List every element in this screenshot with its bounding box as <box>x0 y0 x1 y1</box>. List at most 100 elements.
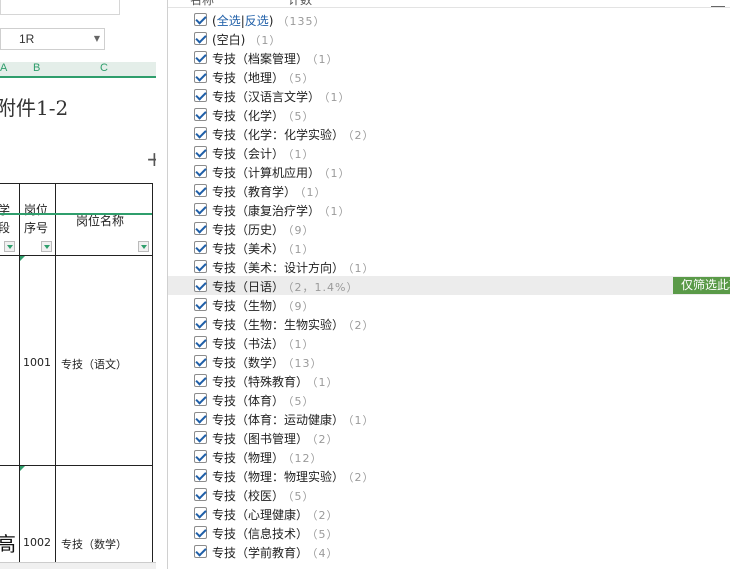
checkbox-icon[interactable] <box>194 89 207 102</box>
filter-item[interactable]: 专技（书法） （1） <box>168 333 730 352</box>
plus-icon[interactable]: + <box>146 147 156 171</box>
select-all-link[interactable]: 全选 <box>217 14 241 28</box>
checkbox-icon[interactable] <box>194 146 207 159</box>
filter-item[interactable]: 专技（特殊教育） （1） <box>168 371 730 390</box>
checkbox-icon[interactable] <box>194 412 207 425</box>
checkbox-icon[interactable] <box>194 317 207 330</box>
filter-item[interactable]: 专技（康复治疗学） （1） <box>168 200 730 219</box>
filter-item[interactable]: (空白) （1） <box>168 29 730 48</box>
filter-item-count: （4） <box>312 547 339 560</box>
tab-name[interactable]: 名称 <box>190 0 214 7</box>
filter-item-text: 专技（数学） <box>212 356 285 370</box>
filter-item[interactable]: 专技（历史） （9） <box>168 219 730 238</box>
filter-item-count: （12） <box>288 452 323 465</box>
filter-item[interactable]: 专技（校医） （5） <box>168 485 730 504</box>
filter-item-count: （2） <box>348 129 375 142</box>
filter-item-label: (空白) （1） <box>212 31 281 48</box>
filter-button-col-a[interactable] <box>4 241 15 252</box>
row1-name[interactable]: 专技（语文） <box>61 356 127 372</box>
filter-item[interactable]: 专技（会计） （1） <box>168 143 730 162</box>
only-filter-button[interactable]: 仅筛选此项 <box>673 277 730 294</box>
sheet-tab-active[interactable] <box>78 563 138 569</box>
column-letter-b[interactable]: B <box>33 62 40 74</box>
filter-item[interactable]: 专技（学前教育） （4） <box>168 542 730 561</box>
checkbox-icon[interactable] <box>194 469 207 482</box>
filter-item-label: 专技（教育学） （1） <box>212 183 327 200</box>
filter-item[interactable]: 专技（日语）（2，1.4%） 仅筛选此项 <box>168 276 730 295</box>
checkbox-icon[interactable] <box>194 431 207 444</box>
filter-item[interactable]: 专技（数学） （13） <box>168 352 730 371</box>
invert-selection-link[interactable]: 反选 <box>245 14 269 28</box>
filter-item[interactable]: 专技（化学） （5） <box>168 105 730 124</box>
filter-item-count: （1） <box>288 148 315 161</box>
filter-item-count: （1） <box>324 91 351 104</box>
checkbox-icon[interactable] <box>194 51 207 64</box>
row2-seq[interactable]: 1002 <box>23 536 51 549</box>
filter-item-count: （5） <box>288 72 315 85</box>
checkbox-icon[interactable] <box>194 222 207 235</box>
filter-item[interactable]: 专技（图书管理） （2） <box>168 428 730 447</box>
checkbox-icon[interactable] <box>194 374 207 387</box>
panel-column-header: 名称 计数 <box>168 0 730 8</box>
filter-item[interactable]: 专技（美术） （1） <box>168 238 730 257</box>
filter-item[interactable]: 专技（物理） （12） <box>168 447 730 466</box>
column-letter-a[interactable]: A <box>0 62 7 74</box>
row1-seq[interactable]: 1001 <box>23 356 51 369</box>
checkbox-icon[interactable] <box>194 203 207 216</box>
checkbox-icon[interactable] <box>194 526 207 539</box>
filter-item[interactable]: 专技（档案管理） （1） <box>168 48 730 67</box>
checkbox-icon[interactable] <box>194 184 207 197</box>
chevron-down-icon[interactable]: ▼ <box>94 34 100 43</box>
checkbox-icon[interactable] <box>194 488 207 501</box>
checkbox-icon[interactable] <box>194 32 207 45</box>
filter-item-label: 专技（物理） （12） <box>212 449 323 466</box>
filter-button-col-c[interactable] <box>138 241 149 252</box>
name-box[interactable]: 1R ▼ <box>0 28 105 50</box>
filter-item-label: 专技（特殊教育） （1） <box>212 373 339 390</box>
filter-item[interactable]: 专技（体育：运动健康） （1） <box>168 409 730 428</box>
filter-item[interactable]: 专技（地理） （5） <box>168 67 730 86</box>
checkbox-icon[interactable] <box>194 241 207 254</box>
checkbox-icon[interactable] <box>194 70 207 83</box>
checkbox-icon[interactable] <box>194 450 207 463</box>
filter-item[interactable]: 专技（美术：设计方向） （1） <box>168 257 730 276</box>
checkbox-icon[interactable] <box>194 393 207 406</box>
checkbox-icon[interactable] <box>194 108 207 121</box>
filter-item-text: 专技（校医） <box>212 489 285 503</box>
filter-item[interactable]: 专技（化学：化学实验） （2） <box>168 124 730 143</box>
formula-input-fragment[interactable] <box>0 0 120 15</box>
filter-item[interactable]: 专技（物理：物理实验） （2） <box>168 466 730 485</box>
checkbox-icon[interactable] <box>194 279 207 292</box>
checkbox-icon[interactable] <box>194 127 207 140</box>
filter-button-col-b[interactable] <box>41 241 52 252</box>
filter-item-text: 专技（日语） <box>212 280 285 294</box>
menu-icon[interactable] <box>711 0 725 7</box>
filter-item[interactable]: 专技（教育学） （1） <box>168 181 730 200</box>
checkbox-icon[interactable] <box>194 165 207 178</box>
filter-item[interactable]: 专技（体育） （5） <box>168 390 730 409</box>
checkbox-icon[interactable] <box>194 355 207 368</box>
checkbox-icon[interactable] <box>194 336 207 349</box>
checkbox-icon[interactable] <box>194 507 207 520</box>
filter-item-label: 专技（历史） （9） <box>212 221 315 238</box>
tab-count[interactable]: 计数 <box>288 0 312 7</box>
checkbox-icon[interactable] <box>194 298 207 311</box>
filter-item-label: 专技（生物：生物实验） （2） <box>212 316 375 333</box>
filter-item[interactable]: 专技（汉语言文学） （1） <box>168 86 730 105</box>
filter-item[interactable]: 专技（信息技术） （5） <box>168 523 730 542</box>
filter-item-text: 专技（会计） <box>212 147 285 161</box>
checkbox-icon[interactable] <box>194 260 207 273</box>
checkbox-icon[interactable] <box>194 13 207 26</box>
filter-item[interactable]: 专技（计算机应用） （1） <box>168 162 730 181</box>
column-letter-c[interactable]: C <box>100 62 108 74</box>
filter-item[interactable]: 专技（生物） （9） <box>168 295 730 314</box>
grid-line <box>55 183 56 569</box>
header-col-c: 岗位名称 <box>76 214 125 228</box>
filter-item[interactable]: 专技（生物：生物实验） （2） <box>168 314 730 333</box>
filter-item-label: 专技（物理：物理实验） （2） <box>212 468 375 485</box>
row2-name[interactable]: 专技（数学） <box>61 536 127 552</box>
checkbox-icon[interactable] <box>194 545 207 558</box>
filter-item[interactable]: 专技（心理健康） （2） <box>168 504 730 523</box>
select-all-row[interactable]: (全选|反选) （135） <box>168 10 730 29</box>
filter-item-count: （2） <box>348 319 375 332</box>
